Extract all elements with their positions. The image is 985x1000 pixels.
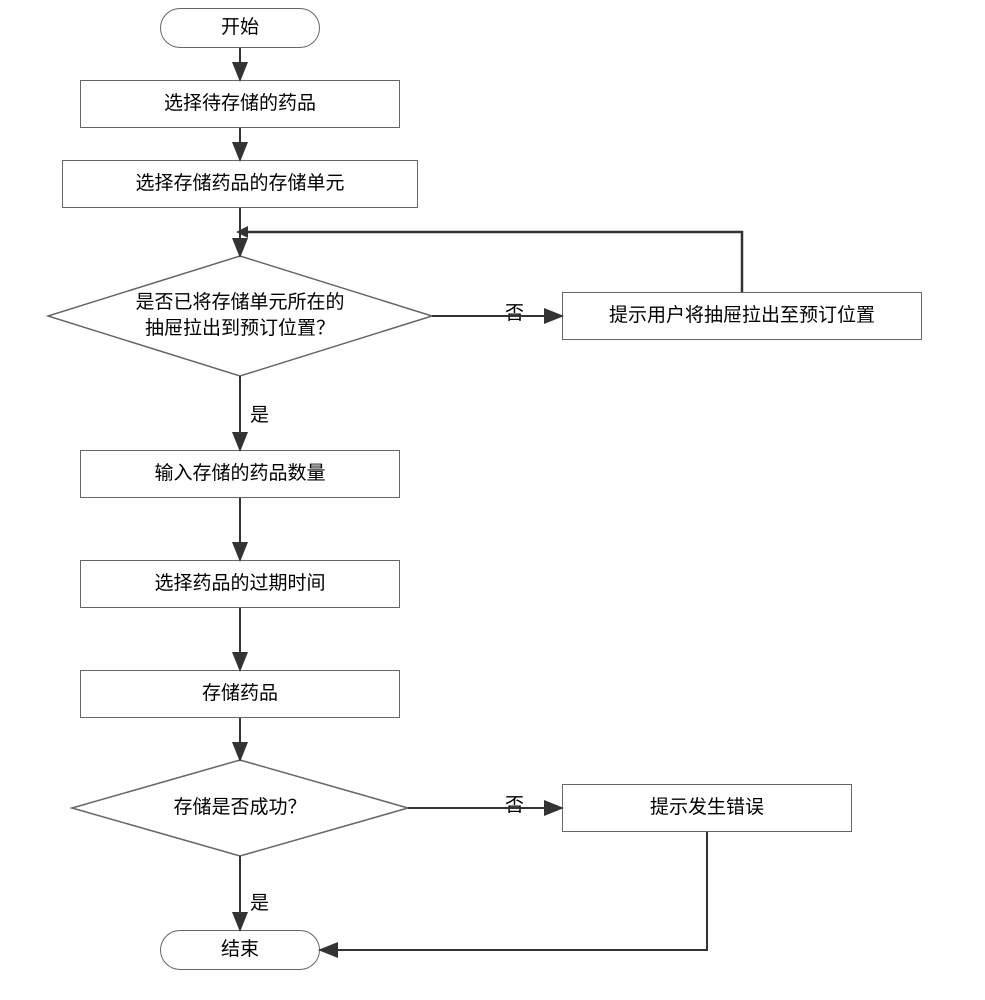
edge-label-d2-no: 否 <box>505 790 524 817</box>
flow-end: 结束 <box>160 930 320 970</box>
flow-process-select-medicine: 选择待存储的药品 <box>80 80 400 128</box>
flow-process-store: 存储药品 <box>80 670 400 718</box>
d1-label: 是否已将存储单元所在的 抽屉拉出到预订位置？ <box>135 290 344 341</box>
end-label: 结束 <box>221 937 259 963</box>
p5-label: 选择药品的过期时间 <box>154 571 325 597</box>
flow-process-select-expiry: 选择药品的过期时间 <box>80 560 400 608</box>
p3-label: 提示用户将抽屉拉出至预订位置 <box>609 303 875 329</box>
start-label: 开始 <box>221 15 259 41</box>
flow-process-error: 提示发生错误 <box>562 784 852 832</box>
p6-label: 存储药品 <box>202 681 278 707</box>
flow-process-prompt-drawer: 提示用户将抽屉拉出至预订位置 <box>562 292 922 340</box>
flow-decision-drawer: 是否已将存储单元所在的 抽屉拉出到预订位置？ <box>48 256 432 376</box>
flow-start: 开始 <box>160 8 320 48</box>
p4-label: 输入存储的药品数量 <box>154 461 325 487</box>
p7-label: 提示发生错误 <box>650 795 764 821</box>
edge-label-d1-yes: 是 <box>250 400 269 427</box>
flow-process-select-unit: 选择存储药品的存储单元 <box>62 160 418 208</box>
d2-label: 存储是否成功？ <box>173 795 306 821</box>
flow-decision-success: 存储是否成功？ <box>72 760 408 856</box>
p2-label: 选择存储药品的存储单元 <box>135 171 344 197</box>
flow-process-enter-qty: 输入存储的药品数量 <box>80 450 400 498</box>
edge-label-d2-yes: 是 <box>250 888 269 915</box>
edge-label-d1-no: 否 <box>505 298 524 325</box>
p1-label: 选择待存储的药品 <box>164 91 316 117</box>
